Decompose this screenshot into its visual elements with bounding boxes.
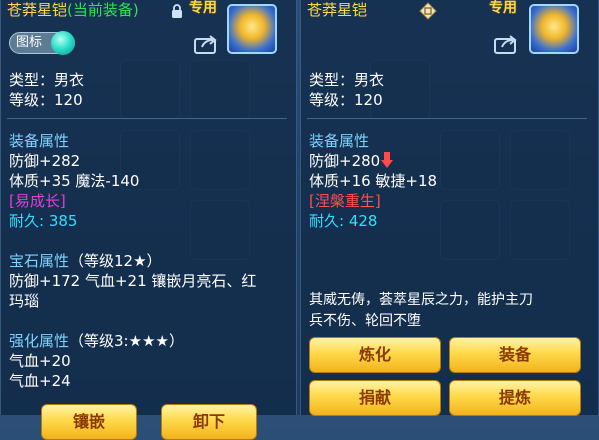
bind-seal-icon bbox=[419, 2, 437, 20]
gem-attribute-line: 玛瑙 bbox=[9, 292, 40, 310]
share-icon[interactable] bbox=[494, 34, 518, 54]
unequip-button[interactable]: 卸下 bbox=[161, 404, 257, 440]
armor-item-icon[interactable] bbox=[227, 4, 277, 54]
equipped-item-panel: 苍莽星铠(当前装备) 专用 图标 类型：男衣 等级：120 装备属性 防御+28… bbox=[0, 0, 297, 440]
durability: 耐久: 385 bbox=[9, 212, 78, 230]
equip-button[interactable]: 装备 bbox=[449, 337, 581, 373]
item-title: 苍莽星铠 bbox=[307, 1, 368, 19]
gem-attributes-header: 宝石属性（等级12★） bbox=[9, 252, 162, 270]
type-line: 类型：男衣 bbox=[309, 71, 385, 89]
enhance-attribute-line: 气血+24 bbox=[9, 372, 71, 390]
level-line: 等级：120 bbox=[309, 91, 383, 109]
description-line: 兵不伤、轮回不堕 bbox=[309, 313, 421, 329]
durability-value: 385 bbox=[48, 212, 78, 230]
share-icon[interactable] bbox=[194, 34, 218, 54]
item-title: 苍莽星铠(当前装备) bbox=[7, 1, 139, 19]
attribute-line: 体质+35 魔法-140 bbox=[9, 172, 140, 190]
donate-button[interactable]: 捐献 bbox=[309, 380, 441, 416]
special-bonus: [易成长] bbox=[9, 192, 66, 210]
equipment-attributes-header: 装备属性 bbox=[9, 132, 70, 150]
lock-icon bbox=[172, 4, 182, 18]
icon-toggle[interactable]: 图标 bbox=[9, 31, 75, 55]
enhance-attribute-line: 气血+20 bbox=[9, 352, 71, 370]
attribute-line: 防御+280 bbox=[309, 151, 394, 171]
item-description: 其威无俦，荟萃星辰之力，能护主刀 兵不伤、轮回不堕 bbox=[309, 290, 533, 332]
equipment-attributes-header: 装备属性 bbox=[309, 132, 370, 150]
refine-button[interactable]: 炼化 bbox=[309, 337, 441, 373]
armor-item-icon[interactable] bbox=[529, 4, 579, 54]
attribute-line: 体质+16 敏捷+18 bbox=[309, 172, 438, 190]
enhance-attributes-header: 强化属性（等级3:★★★） bbox=[9, 332, 184, 350]
compare-item-panel: 苍莽星铠 专用 类型：男衣 等级：120 装备属性 防御+280 体质+16 敏… bbox=[300, 0, 599, 416]
attribute-line: 防御+282 bbox=[9, 152, 81, 170]
description-line: 其威无俦，荟萃星辰之力，能护主刀 bbox=[309, 292, 533, 308]
type-line: 类型：男衣 bbox=[9, 71, 85, 89]
inlay-button[interactable]: 镶嵌 bbox=[41, 404, 137, 440]
icon-toggle-label: 图标 bbox=[16, 35, 43, 50]
decrease-arrow-icon bbox=[381, 152, 394, 168]
durability-value: 428 bbox=[348, 212, 378, 230]
exclusive-tag: 专用 bbox=[489, 0, 517, 16]
current-equipped-tag: (当前装备) bbox=[67, 1, 139, 19]
divider bbox=[307, 118, 587, 119]
special-bonus: [涅槃重生] bbox=[309, 192, 381, 210]
exclusive-tag: 专用 bbox=[189, 0, 217, 16]
toggle-knob-icon bbox=[51, 31, 75, 55]
durability: 耐久: 428 bbox=[309, 212, 378, 230]
extract-button[interactable]: 提炼 bbox=[449, 380, 581, 416]
level-line: 等级：120 bbox=[9, 91, 83, 109]
divider bbox=[7, 118, 287, 119]
gem-attribute-line: 防御+172 气血+21 镶嵌月亮石、红 bbox=[9, 272, 257, 290]
